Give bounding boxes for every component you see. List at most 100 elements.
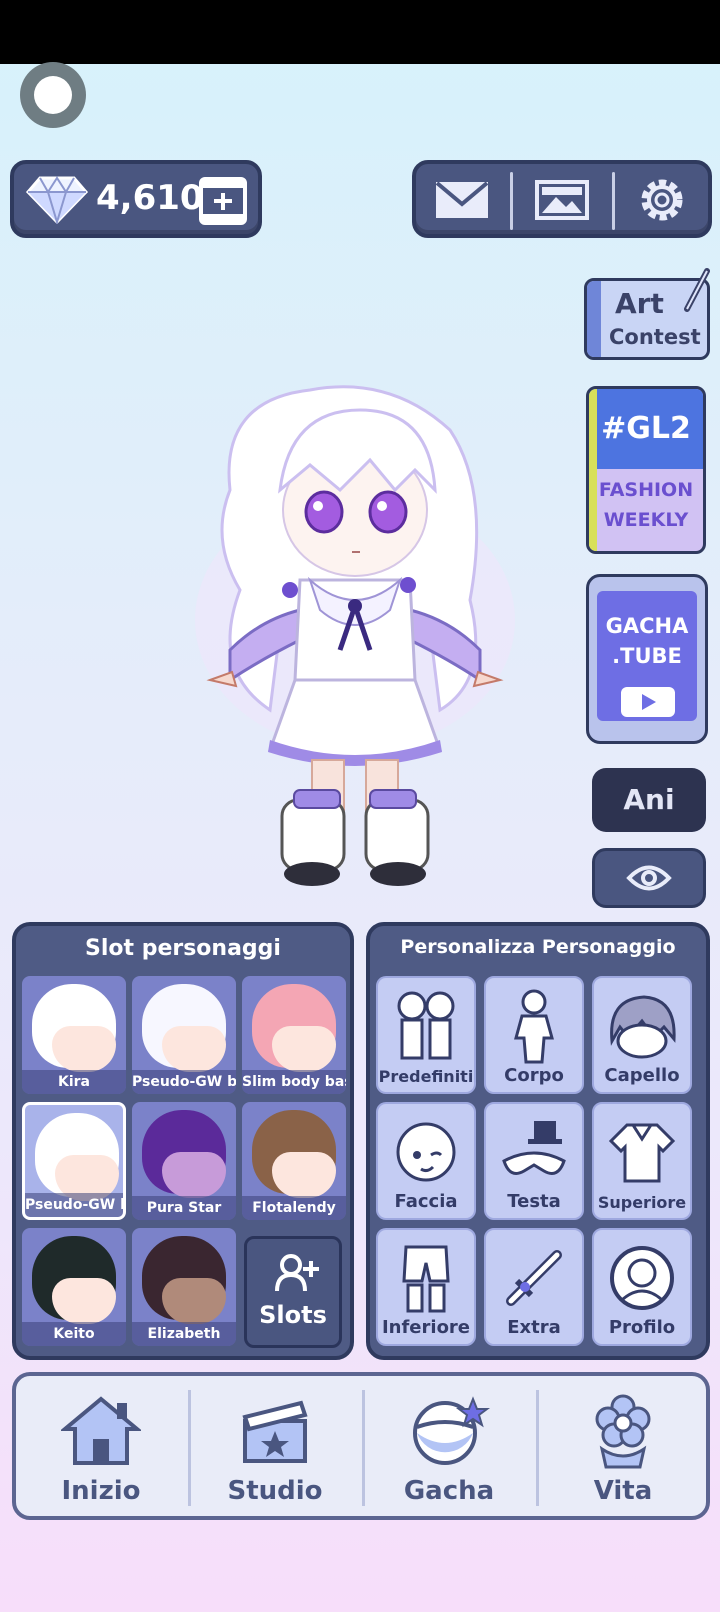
face-icon (378, 1112, 474, 1192)
nav-home[interactable]: Inizio (16, 1376, 186, 1516)
tablet-screen: GACHA .TUBE (597, 591, 697, 721)
character-slot-selected[interactable]: Pseudo-GW b (22, 1102, 126, 1220)
extra-label: Extra (507, 1317, 561, 1338)
body-icon (486, 986, 582, 1066)
nav-gacha[interactable]: Gacha (364, 1376, 534, 1516)
slot-avatar (252, 1110, 336, 1198)
house-icon (16, 1386, 186, 1476)
nav-studio[interactable]: Studio (190, 1376, 360, 1516)
pants-icon (378, 1238, 474, 1318)
image-icon (535, 180, 589, 220)
presets-label: Predefiniti (378, 1067, 474, 1086)
customize-panel-title: Personalizza Personaggio (400, 936, 676, 958)
eye-icon (626, 865, 672, 891)
art-contest-sublabel: Contest (609, 325, 701, 349)
slots-panel-title: Slot personaggi (85, 936, 281, 961)
slot-avatar (32, 984, 116, 1072)
head-button[interactable]: Testa (484, 1102, 584, 1220)
character-slot[interactable]: Flotalendy (242, 1102, 346, 1220)
character-preview[interactable] (190, 380, 520, 920)
presets-button[interactable]: Predefiniti (376, 976, 476, 1094)
character-slot[interactable]: Pura Star (132, 1102, 236, 1220)
top-clothing-label: Superiore (597, 1193, 687, 1212)
gl2-subtitle-line2: WEEKLY (603, 509, 689, 531)
gem-counter: 4,610 (10, 160, 262, 238)
gacha-tube-line2: .TUBE (612, 644, 682, 668)
avatar-skin (52, 1278, 116, 1324)
slot-label: Kira (22, 1070, 126, 1094)
diamond-icon (26, 176, 88, 224)
character-slots-panel: Slot personaggi Kira Pseudo-GW bas Slim … (12, 922, 354, 1360)
settings-button[interactable] (622, 172, 702, 228)
nav-life-label: Vita (593, 1476, 653, 1506)
character-slot[interactable]: Keito (22, 1228, 126, 1346)
slot-label: Flotalendy (242, 1196, 346, 1220)
add-slots-label: Slots (259, 1301, 327, 1329)
gl2-title: #GL2 (601, 411, 691, 446)
extra-button[interactable]: Extra (484, 1228, 584, 1346)
character-slot[interactable]: Slim body bas (242, 976, 346, 1094)
character-slot[interactable]: Kira (22, 976, 126, 1094)
nav-gacha-label: Gacha (403, 1476, 495, 1506)
gl2-fashion-weekly-button[interactable]: #GL2 FASHION WEEKLY (586, 386, 706, 554)
avatar-skin (52, 1026, 116, 1072)
bottom-clothing-button[interactable]: Inferiore (376, 1228, 476, 1346)
visibility-button[interactable] (592, 848, 706, 908)
body-label: Corpo (504, 1065, 564, 1086)
customize-character-panel: Personalizza Personaggio Predefiniti Cor… (366, 922, 710, 1360)
body-button[interactable]: Corpo (484, 976, 584, 1094)
gacha-tube-line1: GACHA (605, 614, 689, 638)
avatar-skin (272, 1152, 336, 1198)
profile-button[interactable]: Profilo (592, 1228, 692, 1346)
presets-icon (378, 986, 474, 1066)
slot-label: Keito (22, 1322, 126, 1346)
mail-icon (435, 181, 489, 218)
flower-icon (538, 1386, 708, 1476)
gl2-subtitle-line1: FASHION (598, 479, 694, 501)
gacha-orb-icon (364, 1386, 534, 1476)
profile-label: Profilo (608, 1317, 676, 1338)
hair-button[interactable]: Capello (592, 976, 692, 1094)
divider (612, 172, 615, 230)
head-label: Testa (507, 1191, 561, 1212)
bottom-clothing-label: Inferiore (381, 1317, 471, 1338)
ani-button[interactable]: Ani (592, 768, 706, 832)
slot-avatar (142, 1110, 226, 1198)
shirt-icon (594, 1112, 690, 1192)
art-contest-label: Art (615, 287, 664, 320)
top-clothing-button[interactable]: Superiore (592, 1102, 692, 1220)
slot-label: Elizabeth (132, 1322, 236, 1346)
add-gems-icon[interactable] (198, 176, 248, 226)
hair-icon (594, 986, 690, 1066)
mail-button[interactable] (422, 172, 502, 228)
slot-label: Pseudo-GW b (25, 1193, 123, 1217)
top-icon-bar (412, 160, 712, 238)
divider (510, 172, 513, 230)
slot-label: Slim body bas (242, 1070, 346, 1094)
avatar-skin (162, 1152, 226, 1198)
avatar-skin (162, 1278, 226, 1324)
add-slots-button[interactable]: Slots (244, 1236, 342, 1348)
app-screen: 4,610 Art Contest #GL2 FASHION WEEKLY GA… (0, 0, 720, 1612)
status-bar (0, 0, 720, 64)
gear-icon (641, 179, 683, 221)
gallery-button[interactable] (522, 172, 602, 228)
nav-life[interactable]: Vita (538, 1376, 708, 1516)
pencil-icon (684, 268, 710, 312)
notebook-binding (587, 281, 601, 357)
record-button[interactable] (20, 62, 86, 128)
nav-studio-label: Studio (227, 1476, 323, 1506)
slot-avatar (35, 1113, 119, 1201)
character-slot[interactable]: Pseudo-GW bas (132, 976, 236, 1094)
slot-avatar (142, 1236, 226, 1324)
face-button[interactable]: Faccia (376, 1102, 476, 1220)
character-slot[interactable]: Elizabeth (132, 1228, 236, 1346)
art-contest-button[interactable]: Art Contest (584, 268, 710, 360)
head-accessory-icon (486, 1112, 582, 1192)
gacha-tube-button[interactable]: GACHA .TUBE (586, 574, 708, 744)
face-label: Faccia (394, 1191, 458, 1212)
nav-home-label: Inizio (61, 1476, 141, 1506)
avatar-skin (272, 1026, 336, 1072)
clapperboard-icon (190, 1386, 360, 1476)
avatar-skin (162, 1026, 226, 1072)
